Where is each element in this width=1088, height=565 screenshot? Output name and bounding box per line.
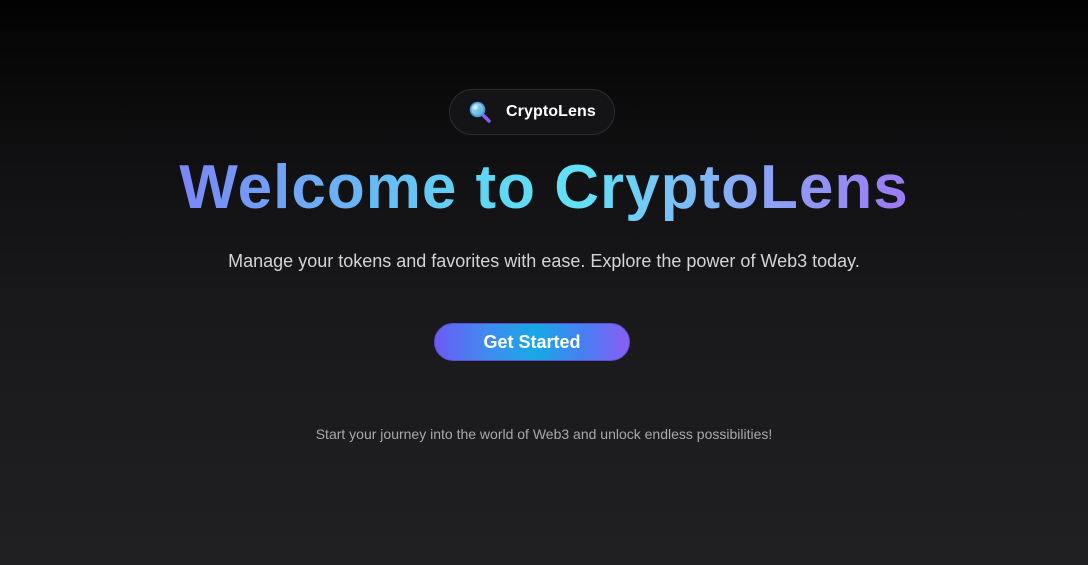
get-started-button[interactable]: Get Started — [434, 323, 630, 361]
hero-title-text: Welcome to CryptoLens — [179, 153, 909, 222]
hero-title: Welcome to CryptoLens — [0, 150, 1088, 226]
brand-badge: CryptoLens — [449, 89, 615, 135]
hero-tagline: Start your journey into the world of Web… — [315, 426, 773, 442]
brand-name: CryptoLens — [506, 103, 596, 120]
magnifying-glass-icon — [468, 100, 492, 124]
hero-subtitle: Manage your tokens and favorites with ea… — [228, 251, 860, 271]
